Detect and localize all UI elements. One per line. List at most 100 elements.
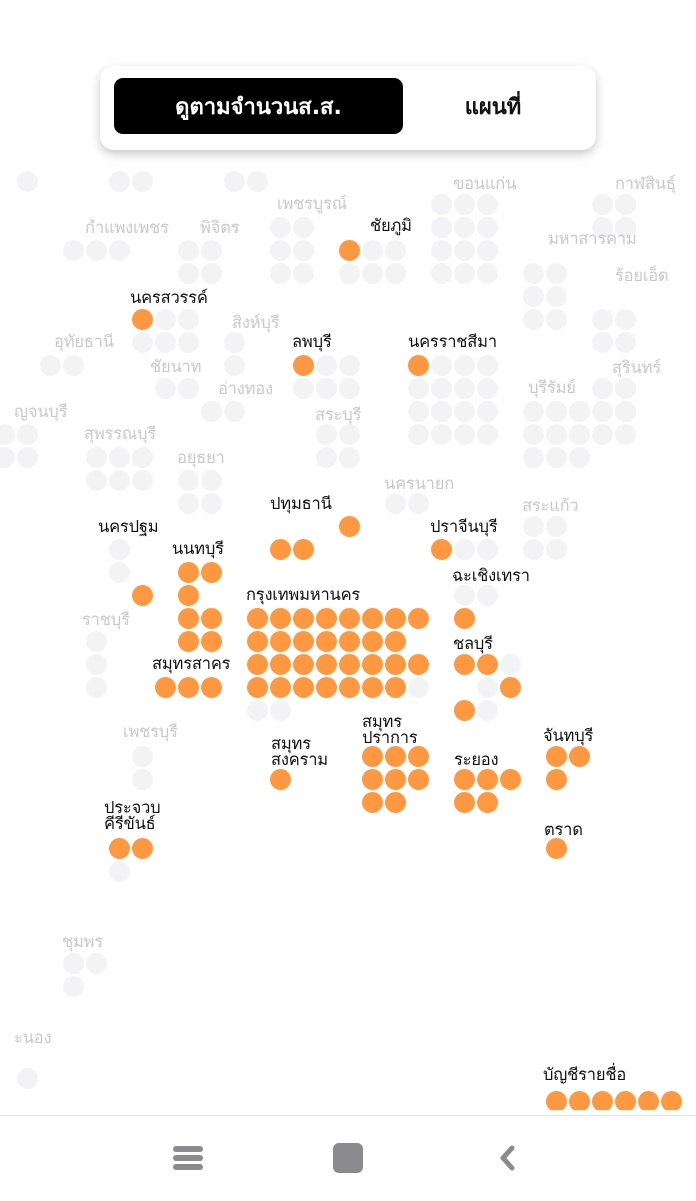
province-label[interactable]: กาฬสินธุ์ bbox=[615, 175, 676, 192]
province-label[interactable]: สระบุรี bbox=[315, 406, 361, 423]
province-label[interactable]: อยุธยา bbox=[177, 449, 225, 466]
seat-dot bbox=[338, 676, 360, 698]
seat-dot bbox=[246, 630, 268, 652]
seat-dot bbox=[315, 423, 337, 445]
seat-dot bbox=[16, 1067, 38, 1089]
seat-dot bbox=[62, 975, 84, 997]
province-label[interactable]: ตราด bbox=[544, 821, 583, 838]
seat-dot bbox=[545, 423, 567, 445]
seat-dot bbox=[108, 469, 130, 491]
seat-dot bbox=[292, 538, 314, 560]
province-label[interactable]: สมุทร ปราการ bbox=[362, 713, 418, 746]
seat-dot bbox=[545, 538, 567, 560]
seat-dot bbox=[453, 193, 475, 215]
seat-dot bbox=[292, 630, 314, 652]
seat-dot bbox=[292, 607, 314, 629]
province-label[interactable]: ลพบุรี bbox=[292, 333, 332, 350]
province-label[interactable]: ประจวบ คีรีขันธ์ bbox=[104, 799, 161, 832]
province-label[interactable]: กำแพงเพชร bbox=[85, 219, 169, 236]
province-label[interactable]: เพชรบูรณ์ bbox=[277, 195, 347, 212]
seat-dot bbox=[16, 170, 38, 192]
seat-dot bbox=[85, 653, 107, 675]
recents-button[interactable] bbox=[166, 1138, 210, 1178]
seat-dot bbox=[154, 676, 176, 698]
province-label[interactable]: นครราชสีมา bbox=[408, 333, 497, 350]
seat-dot bbox=[62, 952, 84, 974]
seat-dot bbox=[131, 584, 153, 606]
seat-dot bbox=[315, 354, 337, 376]
province-label[interactable]: ญจนบุรี bbox=[14, 403, 68, 420]
province-label[interactable]: สุพรรณบุรี bbox=[84, 425, 156, 442]
seat-dot bbox=[384, 768, 406, 790]
province-label[interactable]: นครสวรรค์ bbox=[130, 289, 208, 306]
seat-dot bbox=[361, 745, 383, 767]
back-button[interactable] bbox=[486, 1138, 530, 1178]
seat-dot bbox=[545, 262, 567, 284]
system-nav-bar bbox=[0, 1115, 696, 1201]
province-label[interactable]: ฉะเชิงเทรา bbox=[452, 567, 530, 584]
seat-dot bbox=[430, 262, 452, 284]
seat-dot bbox=[223, 331, 245, 353]
seat-dot bbox=[361, 676, 383, 698]
province-label[interactable]: ราชบุรี bbox=[82, 611, 130, 628]
seat-dot bbox=[407, 400, 429, 422]
seat-dot bbox=[614, 400, 636, 422]
seat-dot bbox=[131, 331, 153, 353]
seat-dot bbox=[177, 331, 199, 353]
province-label[interactable]: สระแก้ว bbox=[522, 497, 579, 514]
seat-dot bbox=[269, 538, 291, 560]
province-label[interactable]: ระยอง bbox=[454, 751, 499, 768]
province-label[interactable]: สมุทรสาคร bbox=[152, 655, 231, 672]
province-label[interactable]: สมุทร สงคราม bbox=[271, 735, 328, 768]
seat-dot bbox=[131, 745, 153, 767]
seat-dot bbox=[269, 699, 291, 721]
province-label[interactable]: ะนอง bbox=[14, 1029, 52, 1046]
province-label[interactable]: สุรินทร์ bbox=[612, 359, 661, 376]
seat-dot bbox=[269, 262, 291, 284]
province-label[interactable]: ชลบุรี bbox=[453, 635, 493, 652]
province-label[interactable]: ร้อยเอ็ด bbox=[615, 267, 669, 284]
province-label[interactable]: บุรีรัมย์ bbox=[528, 379, 576, 396]
seat-dot bbox=[430, 239, 452, 261]
seat-dot bbox=[453, 377, 475, 399]
province-label[interactable]: ชัยนาท bbox=[150, 358, 201, 375]
province-label[interactable]: ปทุมธานี bbox=[270, 495, 332, 512]
seat-dot bbox=[338, 446, 360, 468]
seat-dot bbox=[200, 561, 222, 583]
province-label[interactable]: จันทบุรี bbox=[543, 727, 593, 744]
province-label[interactable]: ปราจีนบุรี bbox=[430, 518, 498, 535]
seat-dot bbox=[200, 469, 222, 491]
view-toggle: ดูตามจำนวนส.ส. แผนที่ bbox=[100, 66, 596, 150]
province-label[interactable]: บัญชีรายชื่อ bbox=[543, 1066, 626, 1083]
seat-dot bbox=[85, 676, 107, 698]
seat-dot bbox=[315, 446, 337, 468]
province-label[interactable]: เพชรบุรี bbox=[123, 723, 178, 740]
province-label[interactable]: พิจิตร bbox=[200, 219, 240, 236]
seat-dot bbox=[131, 469, 153, 491]
seat-dot bbox=[453, 538, 475, 560]
province-label[interactable]: นครนายก bbox=[384, 475, 454, 492]
province-label[interactable]: กรุงเทพมหานคร bbox=[246, 586, 360, 603]
province-label[interactable]: ชัยภูมิ bbox=[370, 217, 412, 234]
toggle-map-button[interactable]: แผนที่ bbox=[403, 78, 583, 134]
seat-dot bbox=[246, 607, 268, 629]
toggle-by-seats-button[interactable]: ดูตามจำนวนส.ส. bbox=[114, 78, 403, 134]
seat-dot bbox=[200, 239, 222, 261]
province-label[interactable]: นนทบุรี bbox=[172, 540, 224, 557]
seat-dot bbox=[177, 308, 199, 330]
province-label[interactable]: สิงห์บุรี bbox=[232, 314, 280, 331]
province-label[interactable]: นครปฐม bbox=[98, 518, 159, 535]
seat-dot bbox=[499, 768, 521, 790]
province-label[interactable]: ชุมพร bbox=[62, 933, 103, 950]
province-label[interactable]: ขอนแก่น bbox=[453, 175, 516, 192]
seat-dot bbox=[131, 446, 153, 468]
province-label[interactable]: อ่างทอง bbox=[218, 380, 273, 397]
province-label[interactable]: มหาสารคาม bbox=[548, 230, 637, 247]
home-button[interactable] bbox=[326, 1138, 370, 1178]
seat-dot bbox=[453, 791, 475, 813]
seat-dot bbox=[384, 262, 406, 284]
seat-dot bbox=[177, 630, 199, 652]
seat-dot bbox=[292, 377, 314, 399]
seat-dot bbox=[246, 653, 268, 675]
province-label[interactable]: อุทัยธานี bbox=[54, 333, 114, 350]
